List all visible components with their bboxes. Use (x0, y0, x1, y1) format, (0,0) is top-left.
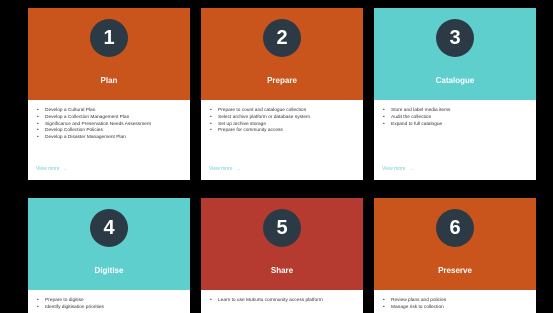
task-list: Learn to use Mukurtu community access pl… (209, 298, 355, 305)
card-title: Catalogue (435, 76, 475, 85)
arrow-right-icon: → (62, 166, 68, 172)
list-item: Identify digitisation priorities (36, 305, 182, 312)
card-header: 6 Preserve (374, 198, 536, 290)
step-card-share[interactable]: 5 Share Learn to use Mukurtu community a… (201, 198, 363, 313)
step-number-badge: 6 (436, 209, 474, 247)
card-header: 5 Share (201, 198, 363, 290)
card-body: Prepare to count and catalogue collectio… (201, 100, 363, 166)
step-card-preserve[interactable]: 6 Preserve Review plans and policies Man… (374, 198, 536, 313)
card-body: Review plans and policies Manage risk to… (374, 290, 536, 313)
card-header: 1 Plan (28, 8, 190, 100)
list-item: Select archive platform or database syst… (209, 115, 355, 122)
list-item: Prepare for community access (209, 128, 355, 135)
task-list: Review plans and policies Manage risk to… (382, 298, 528, 312)
view-more-label: View more (209, 166, 233, 172)
card-header: 4 Digitise (28, 198, 190, 290)
view-more-link[interactable]: View more → (382, 166, 414, 172)
list-item: Audit the collection (382, 115, 528, 122)
list-item: Learn to use Mukurtu community access pl… (209, 298, 355, 305)
list-item: Review plans and policies (382, 298, 528, 305)
arrow-right-icon: → (408, 166, 414, 172)
view-more-label: View more (382, 166, 406, 172)
task-list: Prepare to digitise Identify digitisatio… (36, 298, 182, 312)
task-list: Develop a Cultural Plan Develop a Collec… (36, 108, 182, 142)
list-item: Develop a Disaster Management Plan (36, 135, 182, 142)
step-card-digitise[interactable]: 4 Digitise Prepare to digitise Identify … (28, 198, 190, 313)
list-item: Manage risk to collection (382, 305, 528, 312)
card-title: Share (270, 266, 294, 275)
task-list: Prepare to count and catalogue collectio… (209, 108, 355, 135)
card-body: Store and label media items Audit the co… (374, 100, 536, 166)
card-header: 2 Prepare (201, 8, 363, 100)
list-item: Prepare to count and catalogue collectio… (209, 108, 355, 115)
view-more-label: View more (36, 166, 60, 172)
task-list: Store and label media items Audit the co… (382, 108, 528, 128)
card-body: Prepare to digitise Identify digitisatio… (28, 290, 190, 313)
card-body: Develop a Cultural Plan Develop a Collec… (28, 100, 190, 166)
step-number-badge: 1 (90, 19, 128, 57)
list-item: Develop a Cultural Plan (36, 108, 182, 115)
step-number-badge: 5 (263, 209, 301, 247)
step-number-badge: 4 (90, 209, 128, 247)
step-number-badge: 2 (263, 19, 301, 57)
card-body: Learn to use Mukurtu community access pl… (201, 290, 363, 313)
card-title: Plan (100, 76, 118, 85)
card-title: Preserve (438, 266, 472, 275)
view-more-link[interactable]: View more → (209, 166, 241, 172)
card-header: 3 Catalogue (374, 8, 536, 100)
view-more-link[interactable]: View more → (36, 166, 68, 172)
step-card-plan[interactable]: 1 Plan Develop a Cultural Plan Develop a… (28, 8, 190, 180)
list-item: Prepare to digitise (36, 298, 182, 305)
card-title: Prepare (267, 76, 297, 85)
arrow-right-icon: → (235, 166, 241, 172)
list-item: Expand to full catalogue (382, 122, 528, 129)
list-item: Develop a Collection Management Plan (36, 115, 182, 122)
list-item: Store and label media items (382, 108, 528, 115)
step-number-badge: 3 (436, 19, 474, 57)
step-card-prepare[interactable]: 2 Prepare Prepare to count and catalogue… (201, 8, 363, 180)
card-title: Digitise (94, 266, 124, 275)
step-card-catalogue[interactable]: 3 Catalogue Store and label media items … (374, 8, 536, 180)
